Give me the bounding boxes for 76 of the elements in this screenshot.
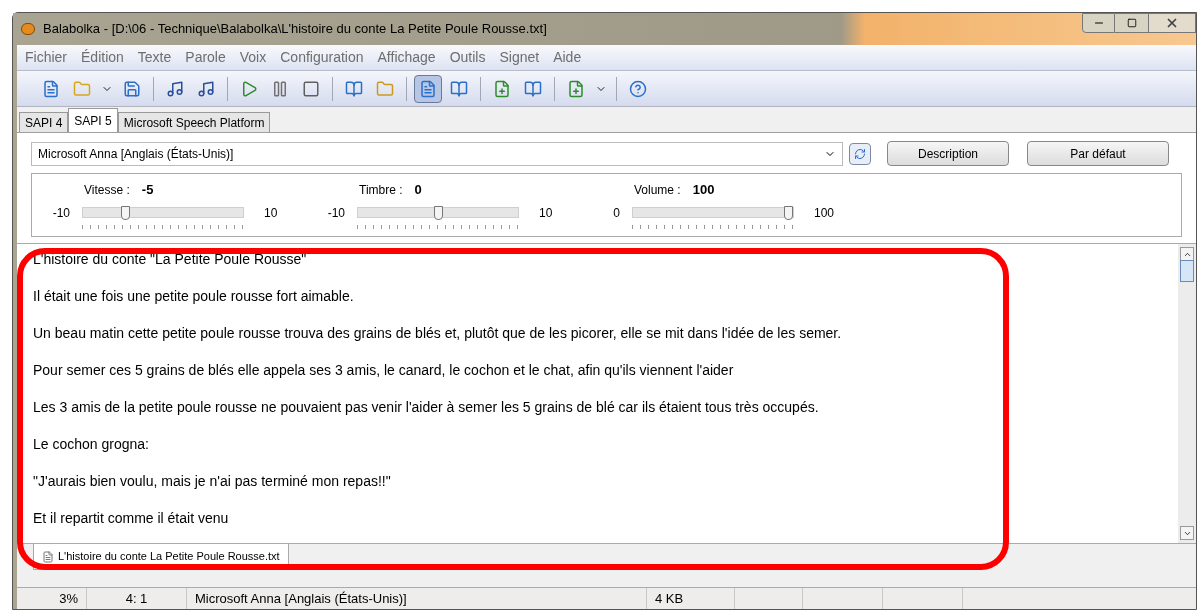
engine-tab[interactable]: SAPI 4 — [19, 112, 69, 132]
slider-thumb[interactable] — [120, 206, 130, 220]
window-title: Balabolka - [D:\06 - Technique\Balabolka\L'histoire du conte La Petite Poule Rousse.txt] — [43, 20, 547, 39]
paragraph: Le cochon grogna: — [33, 435, 150, 454]
slider-track[interactable] — [632, 207, 794, 218]
slider-track[interactable] — [82, 207, 244, 218]
menu-item[interactable]: Affichage — [377, 47, 436, 68]
play-icon — [240, 79, 258, 98]
status-field: 4: 1 — [87, 588, 187, 609]
slider-max: 10 — [263, 204, 278, 222]
slider-reading: 0 — [414, 181, 422, 199]
app-logo-icon — [21, 23, 35, 35]
scroll-thumb[interactable] — [1180, 260, 1194, 282]
paragraph: L'histoire du conte "La Petite Poule Rousse" — [33, 250, 308, 269]
paragraph: Et il repartit comme il était venu — [33, 509, 230, 528]
paragraph: "J'aurais bien voulu, mais je n'ai pas terminé mon repas!!" — [33, 472, 392, 491]
menu-item[interactable]: Voix — [239, 47, 267, 68]
paragraph: Il était une fois une petite poule rousse fort aimable. — [33, 287, 355, 306]
status-field: Microsoft Anna [Anglais (États-Unis)] — [187, 588, 647, 609]
slider-label: Timbre : — [359, 181, 403, 199]
music-icon — [166, 79, 184, 98]
slider-thumb[interactable] — [433, 206, 443, 220]
menu-item[interactable]: Texte — [137, 47, 172, 68]
default-button[interactable]: Par défaut — [1027, 141, 1169, 166]
refresh-icon — [854, 147, 866, 160]
help-icon — [629, 79, 647, 98]
slider-label: Vitesse : — [84, 181, 130, 199]
save-icon — [123, 79, 141, 98]
folder-icon — [376, 79, 394, 98]
music-icon — [197, 79, 215, 98]
refresh-button[interactable] — [849, 142, 871, 165]
maximize-icon — [1126, 18, 1137, 28]
slider-reading: -5 — [141, 181, 154, 199]
slider-max: 10 — [538, 204, 553, 222]
document-icon — [419, 79, 437, 98]
close-button[interactable] — [1148, 13, 1196, 33]
close-icon — [1165, 16, 1179, 30]
voice-value: Microsoft Anna [Anglais (États-Unis)] — [38, 145, 234, 163]
status-field: 4 KB — [647, 588, 735, 609]
description-button[interactable]: Description — [887, 141, 1009, 166]
scrollbar[interactable] — [1178, 244, 1196, 543]
paragraph: Pour semer ces 5 grains de blés elle appela ses 3 amis, le canard, le cochon et le chat, afin qu'ils viennent l'aider — [33, 361, 735, 380]
slider-min: 0 — [612, 204, 621, 222]
menu-item[interactable]: Signet — [499, 47, 540, 68]
slider-max: 100 — [813, 204, 835, 222]
folder-icon — [73, 79, 91, 98]
slider-label: Volume : — [634, 181, 681, 199]
menu-item[interactable]: Aide — [553, 47, 582, 68]
engine-tab[interactable]: SAPI 5 — [68, 108, 118, 132]
book-icon — [450, 79, 468, 98]
menu-item[interactable]: Parole — [185, 47, 226, 68]
minimize-button[interactable] — [1082, 13, 1115, 33]
file-plus-icon — [493, 79, 511, 98]
voice-dropdown[interactable]: Microsoft Anna [Anglais (États-Unis)] — [31, 141, 843, 166]
document-icon — [42, 550, 54, 563]
maximize-button[interactable] — [1115, 13, 1148, 33]
menu-item[interactable]: Outils — [449, 47, 486, 68]
slider-min: -10 — [51, 204, 71, 222]
slider-track[interactable] — [357, 207, 519, 218]
book-icon — [524, 79, 542, 98]
file-plus-icon — [567, 79, 585, 98]
menu-item[interactable]: Fichier — [25, 47, 67, 68]
document-icon — [42, 79, 60, 98]
pause-icon — [271, 79, 289, 98]
engine-tab[interactable]: Microsoft Speech Platform — [117, 112, 271, 132]
stop-icon — [302, 79, 320, 98]
paragraph: Les 3 amis de la petite poule rousse ne pouvaient pas venir l'aider à semer les 5 grains de blé car ils étaient tous très occupés. — [33, 398, 820, 417]
book-icon — [345, 79, 363, 98]
toolbar-button[interactable] — [414, 74, 442, 103]
slider-reading: 100 — [692, 181, 715, 199]
paragraph: Un beau matin cette petite poule rousse trouva des grains de blés et, plutôt que de les picorer, elle se mit dans l'idée de les semer. — [33, 324, 843, 343]
slider-min: -10 — [326, 204, 346, 222]
menu-item[interactable]: Édition — [81, 47, 124, 68]
slider-thumb[interactable] — [784, 206, 793, 220]
status-field: 3% — [17, 588, 87, 609]
menu-item[interactable]: Configuration — [280, 47, 364, 68]
